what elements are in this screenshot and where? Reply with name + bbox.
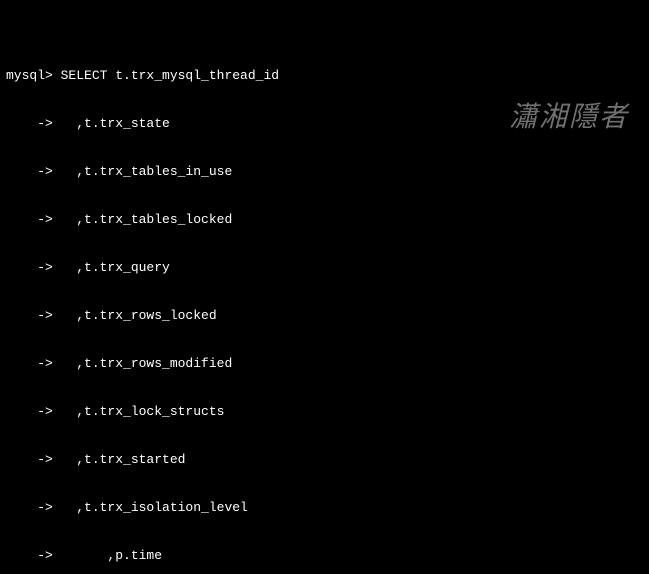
cont-prompt: -> — [6, 356, 53, 371]
cont-prompt: -> — [6, 308, 53, 323]
sql-text: ,t.trx_isolation_level — [53, 500, 248, 515]
sql-text: ,t.trx_rows_modified — [53, 356, 232, 371]
sql-text: ,t.trx_state — [53, 116, 170, 131]
sql-line: -> ,t.trx_state — [6, 116, 643, 132]
sql-text: ,t.trx_tables_in_use — [53, 164, 232, 179]
sql-text: ,t.trx_lock_structs — [53, 404, 225, 419]
sql-line: -> ,t.trx_query — [6, 260, 643, 276]
sql-text: ,t.trx_rows_locked — [53, 308, 217, 323]
cont-prompt: -> — [6, 212, 53, 227]
sql-text: SELECT t.trx_mysql_thread_id — [53, 68, 279, 83]
sql-line: -> ,t.trx_started — [6, 452, 643, 468]
sql-line: -> ,t.trx_tables_in_use — [6, 164, 643, 180]
cont-prompt: -> — [6, 260, 53, 275]
sql-line: -> ,t.trx_rows_locked — [6, 308, 643, 324]
terminal-output: 瀟湘隱者 mysql> SELECT t.trx_mysql_thread_id… — [0, 0, 649, 574]
mysql-prompt: mysql> — [6, 68, 53, 83]
sql-line: -> ,t.trx_rows_modified — [6, 356, 643, 372]
cont-prompt: -> — [6, 164, 53, 179]
cont-prompt: -> — [6, 452, 53, 467]
sql-line: -> ,t.trx_isolation_level — [6, 500, 643, 516]
cont-prompt: -> — [6, 548, 53, 563]
sql-text: ,t.trx_tables_locked — [53, 212, 232, 227]
cont-prompt: -> — [6, 404, 53, 419]
sql-text: ,t.trx_query — [53, 260, 170, 275]
cont-prompt: -> — [6, 116, 53, 131]
sql-line: -> ,t.trx_lock_structs — [6, 404, 643, 420]
sql-text: ,t.trx_started — [53, 452, 186, 467]
sql-line: mysql> SELECT t.trx_mysql_thread_id — [6, 68, 643, 84]
sql-line: -> ,p.time — [6, 548, 643, 564]
sql-line: -> ,t.trx_tables_locked — [6, 212, 643, 228]
sql-text: ,p.time — [53, 548, 162, 563]
cont-prompt: -> — [6, 500, 53, 515]
